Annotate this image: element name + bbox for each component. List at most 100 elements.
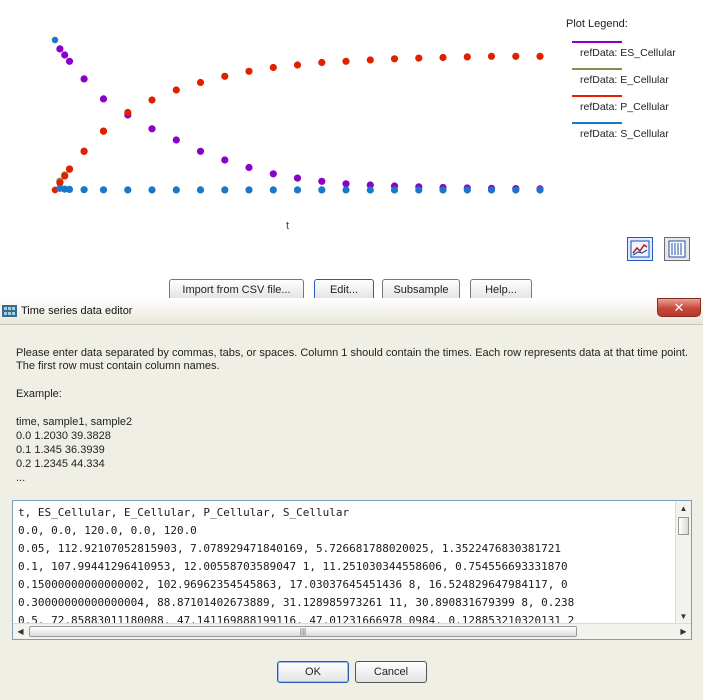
close-icon: ✕ [673, 299, 685, 315]
dialog-titlebar[interactable]: Time series data editor ✕ [0, 298, 703, 325]
chart-icon [630, 240, 650, 258]
data-point-series-0 [61, 51, 69, 59]
example-line: 0.0 1.2030 39.3828 [16, 430, 111, 442]
textarea-line: 0.30000000000000004, 88.87101402673889, … [18, 596, 575, 609]
data-point-series-0 [99, 95, 108, 103]
legend-label: refData: E_Cellular [580, 74, 669, 86]
app-icon [2, 305, 17, 317]
legend-label: refData: S_Cellular [580, 128, 669, 140]
instructions-line-1: Please enter data separated by commas, t… [16, 347, 688, 359]
data-point-series-2 [80, 147, 88, 155]
ok-button[interactable]: OK [277, 661, 349, 683]
legend-label: refData: P_Cellular [580, 101, 669, 113]
data-point-series-2 [536, 52, 544, 60]
data-point-series-3 [172, 186, 180, 194]
time-series-editor-dialog: Time series data editor ✕ Please enter d… [0, 298, 703, 700]
textarea-line: 0.05, 112.92107052815903, 7.078929471840… [18, 542, 562, 555]
data-point-series-3 [366, 186, 374, 194]
data-point-series-3 [80, 186, 88, 194]
data-point-series-2 [366, 56, 374, 64]
data-point-series-2 [65, 165, 74, 173]
x-axis-label: t [286, 220, 290, 232]
data-point-series-3 [512, 186, 520, 194]
data-point-series-3 [390, 186, 399, 194]
time-series-plot [51, 36, 544, 194]
textarea-line: 0.0, 0.0, 120.0, 0.0, 120.0 [18, 524, 197, 537]
scroll-right-icon[interactable]: ▶ [676, 625, 691, 638]
data-point-series-3 [65, 185, 74, 193]
data-point-series-2 [245, 67, 253, 75]
textarea-line: 0.1, 107.99441296410953, 12.005587035890… [18, 560, 568, 573]
data-point-series-2 [221, 72, 229, 80]
vertical-scroll-thumb[interactable] [678, 517, 689, 535]
horizontal-scroll-thumb[interactable]: ||| [29, 626, 577, 637]
data-point-series-2 [487, 52, 496, 60]
data-point-series-2 [463, 53, 471, 61]
cancel-button[interactable]: Cancel [355, 661, 427, 683]
data-point-series-3 [293, 186, 302, 194]
data-point-series-3 [148, 186, 156, 194]
data-point-series-3 [51, 36, 59, 44]
data-textarea[interactable]: t, ES_Cellular, E_Cellular, P_Cellular, … [12, 500, 692, 640]
data-point-series-3 [463, 186, 471, 194]
data-point-series-3 [415, 186, 423, 194]
legend-item: refData: S_Cellular [566, 121, 696, 148]
instructions-line-2: The first row must contain column names. [16, 360, 220, 372]
legend-item: refData: E_Cellular [566, 67, 696, 94]
data-point-series-2 [293, 61, 302, 69]
data-point-series-0 [56, 45, 64, 53]
data-point-series-3 [269, 186, 277, 194]
table-icon [668, 240, 686, 258]
data-point-series-0 [148, 125, 156, 133]
data-point-series-0 [342, 180, 350, 188]
data-point-series-2 [172, 86, 180, 94]
data-point-series-3 [221, 186, 229, 194]
textarea-line: t, ES_Cellular, E_Cellular, P_Cellular, … [18, 506, 350, 519]
table-view-button[interactable] [664, 237, 690, 261]
data-point-series-2 [196, 78, 205, 87]
data-point-series-3 [245, 186, 253, 194]
close-button[interactable]: ✕ [657, 298, 701, 317]
data-point-series-0 [318, 177, 326, 185]
horizontal-scrollbar[interactable]: ◀ ||| ▶ [13, 623, 691, 639]
chart-view-button[interactable] [627, 237, 653, 261]
legend-item: refData: ES_Cellular [566, 40, 696, 67]
data-point-series-3 [342, 186, 350, 194]
data-point-series-0 [245, 163, 253, 172]
data-point-series-2 [415, 54, 423, 62]
data-point-series-3 [318, 186, 326, 194]
legend-swatch [572, 122, 622, 124]
data-point-series-3 [196, 186, 205, 194]
example-line: time, sample1, sample2 [16, 416, 133, 428]
data-point-series-3 [124, 186, 132, 194]
legend-swatch [572, 95, 622, 97]
data-point-series-0 [172, 136, 180, 144]
data-point-series-2 [342, 57, 350, 65]
data-point-series-2 [390, 55, 399, 63]
data-point-series-3 [536, 186, 544, 194]
plot-legend: Plot Legend: refData: ES_Cellular refData… [566, 18, 696, 148]
legend-title: Plot Legend: [566, 18, 628, 30]
data-point-series-0 [269, 170, 277, 178]
reference-data-panel: t Plot Legend: refData: ES_Cellular refDa… [0, 0, 703, 301]
example-line: 0.1 1.345 36.3939 [16, 444, 105, 456]
data-point-series-0 [80, 75, 88, 83]
scroll-left-icon[interactable]: ◀ [13, 625, 28, 638]
example-line: 0.2 1.2345 44.334 [16, 458, 105, 470]
legend-item: refData: P_Cellular [566, 94, 696, 121]
data-point-series-0 [221, 156, 229, 164]
data-point-series-0 [65, 57, 74, 65]
data-point-series-2 [439, 53, 447, 62]
data-point-series-3 [439, 186, 447, 194]
scroll-down-icon[interactable]: ▼ [677, 609, 690, 624]
data-point-series-2 [512, 52, 520, 60]
data-point-series-2 [269, 63, 277, 72]
data-point-series-0 [293, 174, 302, 182]
vertical-scrollbar[interactable]: ▲ ▼ [675, 501, 691, 624]
data-point-series-2 [99, 127, 108, 135]
example-line: ... [16, 472, 26, 484]
legend-label: refData: ES_Cellular [580, 47, 676, 59]
legend-swatch [572, 41, 622, 43]
scroll-up-icon[interactable]: ▲ [677, 501, 690, 516]
dialog-title: Time series data editor [21, 305, 133, 317]
